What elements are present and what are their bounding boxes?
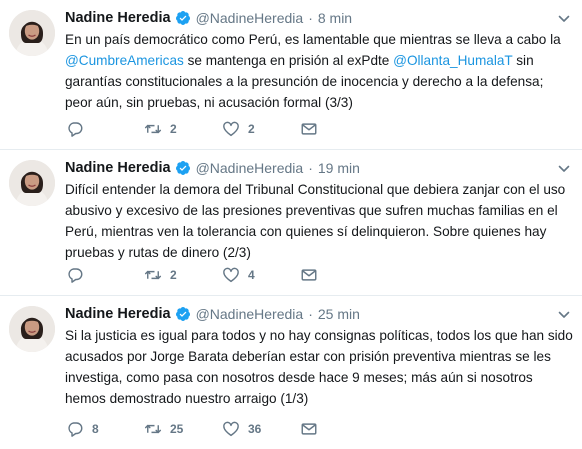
heart-icon [223,421,239,437]
retweet-icon [144,424,162,434]
tweet[interactable]: Nadine Heredia @NadineHeredia · 19 min D… [0,150,582,296]
reply-icon [68,422,83,437]
retweet-button[interactable]: 2 [144,120,222,138]
tweet-header: Nadine Heredia @NadineHeredia · 25 min [65,304,552,324]
avatar-image [9,10,55,56]
tweet-text: En un país democrático como Perú, es lam… [65,29,573,113]
retweet-count: 25 [170,422,184,436]
mention-link[interactable]: @CumbreAmericas [65,53,184,68]
tweet-text: Si la justicia es igual para todos y no … [65,325,573,409]
envelope-icon [301,269,317,281]
envelope-icon [301,423,317,435]
tweet-actions: 2 2 [66,119,318,139]
direct-message-button[interactable] [300,420,318,438]
reply-button[interactable] [66,266,144,284]
like-button[interactable]: 4 [222,266,300,284]
reply-icon [68,122,83,137]
tweet[interactable]: Nadine Heredia @NadineHeredia · 25 min S… [0,296,582,449]
tweet-text-segment: Si la justicia es igual para todos y no … [65,328,573,406]
tweet-text-segment: Difícil entender la demora del Tribunal … [65,182,566,260]
chevron-down-icon[interactable] [558,13,570,25]
avatar[interactable] [9,306,55,352]
author-handle[interactable]: @NadineHeredia [196,8,304,28]
avatar-image [9,160,55,206]
direct-message-button[interactable] [300,120,318,138]
separator-dot: · [308,160,313,176]
verified-badge-icon [175,161,190,175]
retweet-count: 2 [170,268,177,282]
reply-button[interactable]: 8 [66,420,144,438]
avatar-image [9,306,55,352]
retweet-button[interactable]: 25 [144,420,222,438]
tweet-text-segment: En un país democrático como Perú, es lam… [65,32,561,47]
separator-dot: · [308,306,313,322]
like-count: 4 [248,268,255,282]
tweet-header: Nadine Heredia @NadineHeredia · 8 min [65,8,552,28]
timestamp[interactable]: 8 min [318,8,352,28]
author-name[interactable]: Nadine Heredia [65,8,171,28]
like-count: 2 [248,122,255,136]
retweet-icon [144,124,162,134]
tweet-header: Nadine Heredia @NadineHeredia · 19 min [65,158,552,178]
verified-badge-icon [175,307,190,321]
heart-icon [223,267,239,283]
reply-button[interactable] [66,120,144,138]
separator-dot: · [308,10,313,26]
tweet-timeline: Nadine Heredia @NadineHeredia · 8 min En… [0,0,582,449]
direct-message-button[interactable] [300,266,318,284]
timestamp[interactable]: 25 min [318,304,360,324]
chevron-down-icon[interactable] [558,163,570,175]
like-button[interactable]: 2 [222,120,300,138]
timestamp[interactable]: 19 min [318,158,360,178]
chevron-down-icon[interactable] [558,309,570,321]
envelope-icon [301,123,317,135]
retweet-count: 2 [170,122,177,136]
avatar[interactable] [9,10,55,56]
retweet-button[interactable]: 2 [144,266,222,284]
author-name[interactable]: Nadine Heredia [65,158,171,178]
tweet[interactable]: Nadine Heredia @NadineHeredia · 8 min En… [0,0,582,150]
tweet-text-segment: se mantenga en prisión al exPdte [183,53,394,68]
like-count: 36 [248,422,262,436]
author-handle[interactable]: @NadineHeredia [196,304,304,324]
reply-icon [68,268,83,283]
heart-icon [223,121,239,137]
mention-link[interactable]: @Ollanta_HumalaT [393,53,512,68]
like-button[interactable]: 36 [222,420,300,438]
verified-badge-icon [175,11,190,25]
tweet-actions: 2 4 [66,265,318,285]
tweet-text: Difícil entender la demora del Tribunal … [65,179,573,263]
author-handle[interactable]: @NadineHeredia [196,158,304,178]
reply-count: 8 [92,422,99,436]
tweet-actions: 8 25 36 [66,419,318,439]
avatar[interactable] [9,160,55,206]
retweet-icon [144,270,162,280]
author-name[interactable]: Nadine Heredia [65,304,171,324]
